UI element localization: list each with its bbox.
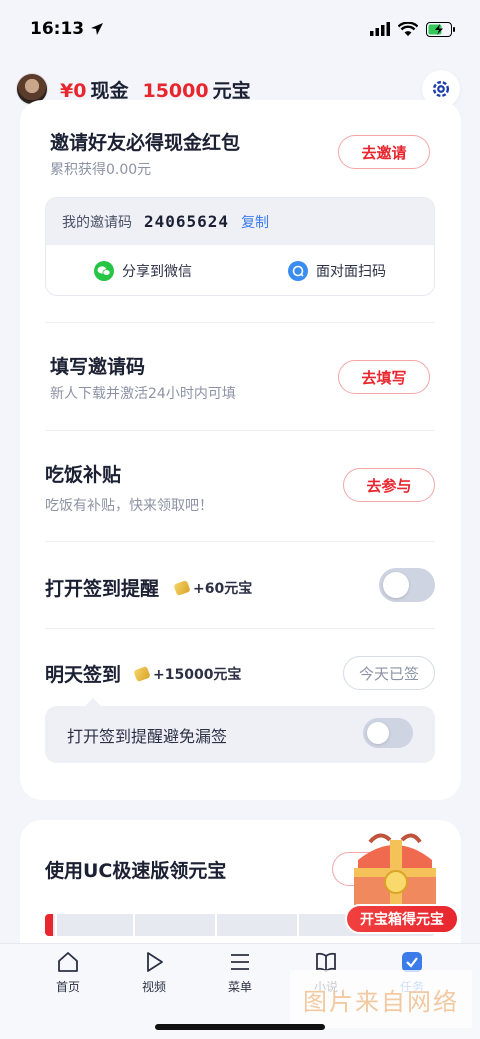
wechat-icon [94,261,114,281]
divider [45,628,435,629]
tab-menu[interactable]: 菜单 [200,950,280,995]
invite-code-box: 我的邀请码 24065624 复制 分享到微信 面对面扫码 [45,197,435,296]
tasks-card: 邀请好友必得现金红包 累积获得0.00元 去邀请 我的邀请码 24065624 … [20,100,461,800]
face-scan-button[interactable]: 面对面扫码 [288,261,386,281]
cash-label: 现金 [90,79,129,102]
cash-amount: ¥0 [60,79,87,102]
divider [45,322,435,323]
time-text: 16:13 [30,19,85,39]
status-time: 16:13 [30,19,104,39]
yuanbao-label: 元宝 [212,79,251,102]
play-icon [147,952,163,972]
uc-task-title: 使用UC极速版领元宝 [45,860,227,882]
uc-task-progress-fill [45,914,53,936]
invite-code-value: 24065624 [144,212,230,231]
yuanbao-coin-icon [133,665,151,683]
meal-button[interactable]: 去参与 [343,468,435,502]
tab-home[interactable]: 首页 [28,950,108,995]
invite-subtitle: 累积获得0.00元 [50,162,152,178]
signed-today-button[interactable]: 今天已签 [343,656,435,690]
tomorrow-signin-title: 明天签到 [45,664,122,686]
invite-title: 邀请好友必得现金红包 [50,132,241,154]
tab-video[interactable]: 视频 [114,950,194,995]
invite-button[interactable]: 去邀请 [338,135,430,169]
status-icons [370,21,456,37]
signin-reminder-toggle[interactable] [379,568,435,602]
copy-code-link[interactable]: 复制 [241,212,269,232]
signin-reminder-bonus: +60元宝 [173,578,253,598]
menu-icon [231,954,249,970]
yuanbao-coin-icon [173,579,191,597]
home-icon [58,952,78,972]
scan-icon [288,261,308,281]
wifi-icon [398,21,418,36]
tab-home-label: 首页 [55,980,80,994]
signin-reminder-tip-text: 打开签到提醒避免漏签 [67,726,228,746]
gear-icon [432,80,450,98]
fill-code-subtitle: 新人下载并激活24小时内可填 [50,386,236,402]
tomorrow-signin-bonus-text: +15000元宝 [153,667,242,683]
share-wechat-button[interactable]: 分享到微信 [94,261,192,281]
signin-reminder-tip: 打开签到提醒避免漏签 [45,698,435,763]
signin-reminder-title: 打开签到提醒 [45,578,160,600]
tip-reminder-toggle[interactable] [363,718,413,748]
signal-icon [370,22,390,36]
open-treasure-button[interactable]: 开宝箱得元宝 [345,904,459,934]
tab-video-label: 视频 [141,980,166,994]
tomorrow-signin-bonus: +15000元宝 [133,664,242,684]
status-bar: 16:13 [0,0,480,58]
battery-charging-icon [426,21,455,37]
meal-subtitle: 吃饭有补贴，快来领取吧！ [45,498,213,514]
fill-code-button[interactable]: 去填写 [338,360,430,394]
divider [45,541,435,542]
location-arrow-icon [91,23,104,35]
yuanbao-amount: 15000 [142,79,209,102]
divider [45,430,435,431]
home-indicator [155,1024,325,1030]
fill-code-title: 填写邀请码 [50,356,146,378]
signin-reminder-bonus-text: +60元宝 [193,581,253,597]
share-wechat-label: 分享到微信 [122,264,192,280]
watermark: 图片来自网络 [290,970,472,1028]
invite-code-label: 我的邀请码 [62,214,132,231]
balance-summary: ¥0 现金 15000 元宝 [60,76,251,103]
tab-menu-label: 菜单 [227,980,252,994]
meal-title: 吃饭补贴 [45,464,122,486]
face-scan-label: 面对面扫码 [316,264,386,280]
